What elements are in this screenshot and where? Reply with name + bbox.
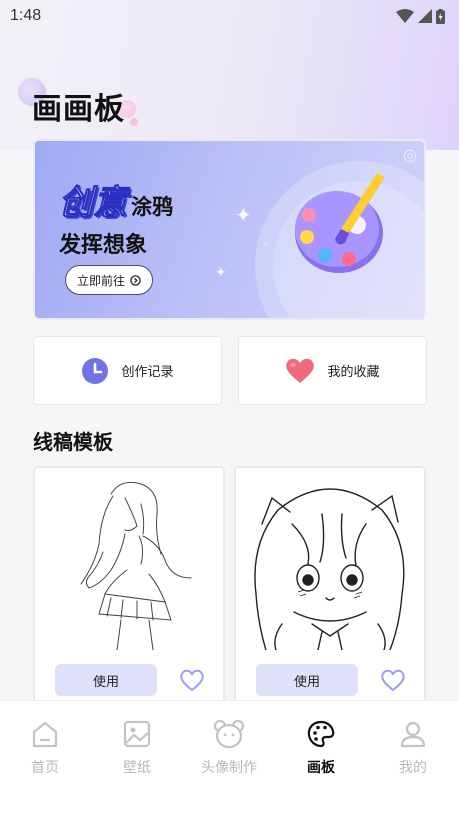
nav-item-drawing-board[interactable]: 画板	[281, 719, 361, 783]
palette-brush-illustration	[295, 173, 385, 273]
home-icon	[32, 721, 58, 748]
nav-label-mine: 我的	[399, 760, 427, 776]
banner-title-big: 创意	[59, 183, 128, 224]
bear-icon	[213, 719, 245, 749]
nav-label-home: 首页	[31, 760, 59, 776]
heart-icon	[286, 358, 315, 383]
image-icon	[123, 720, 151, 748]
favorite-heart-icon[interactable]	[380, 668, 406, 692]
line-art-anime-girl[interactable]	[242, 474, 418, 650]
banner-title: 创意 涂鸦	[59, 175, 174, 224]
nav-label-avatar-maker: 头像制作	[201, 760, 257, 776]
banner-title-small: 涂鸦	[131, 195, 173, 219]
bottom-navigation: 首页 壁纸 头像制作 画板 我的	[0, 700, 459, 817]
user-icon	[400, 721, 426, 748]
nav-item-home[interactable]: 首页	[5, 719, 85, 783]
decor-bubble	[130, 118, 138, 126]
nav-label-drawing-board: 画板	[307, 760, 335, 776]
palette-icon	[307, 720, 335, 748]
go-now-button[interactable]: 立即前往	[65, 265, 153, 295]
status-time: 1:48	[10, 7, 42, 24]
nav-item-wallpaper[interactable]: 壁纸	[97, 719, 177, 783]
template-card: 使用	[234, 466, 426, 711]
creative-doodle-banner[interactable]: ✦ ✦ ◎ ◦ 创意 涂鸦 发挥想象 立即前往	[33, 139, 426, 320]
creation-records-button[interactable]: 创作记录	[33, 336, 222, 405]
go-now-label: 立即前往	[76, 273, 125, 288]
clock-icon	[82, 357, 109, 384]
sparkle-icon: ✦	[215, 265, 227, 281]
arrow-circle-icon	[130, 274, 141, 286]
signal-icon	[418, 9, 432, 23]
creation-records-label: 创作记录	[121, 365, 174, 380]
nav-item-mine[interactable]: 我的	[373, 719, 453, 783]
my-favorites-button[interactable]: 我的收藏	[238, 336, 427, 405]
sparkle-icon: ◎	[403, 145, 417, 164]
status-icons	[396, 8, 445, 24]
page-title-area: 画画板	[18, 74, 158, 130]
battery-icon	[436, 8, 445, 24]
favorite-heart-icon[interactable]	[179, 668, 205, 692]
page-title: 画画板	[32, 92, 125, 127]
nav-item-avatar-maker[interactable]: 头像制作	[189, 719, 269, 783]
template-card: 使用	[33, 466, 225, 711]
section-title-line-art-templates: 线稿模板	[33, 430, 113, 454]
my-favorites-label: 我的收藏	[327, 365, 380, 380]
sparkle-icon: ◦	[263, 239, 269, 250]
line-art-girl-standing[interactable]	[41, 474, 217, 650]
wifi-icon	[396, 9, 414, 23]
sparkle-icon: ✦	[235, 203, 252, 227]
use-template-button[interactable]: 使用	[55, 664, 157, 696]
banner-subtitle: 发挥想象	[59, 233, 148, 258]
nav-label-wallpaper: 壁纸	[123, 760, 151, 776]
status-bar: 1:48	[0, 0, 459, 32]
use-template-button[interactable]: 使用	[256, 664, 358, 696]
